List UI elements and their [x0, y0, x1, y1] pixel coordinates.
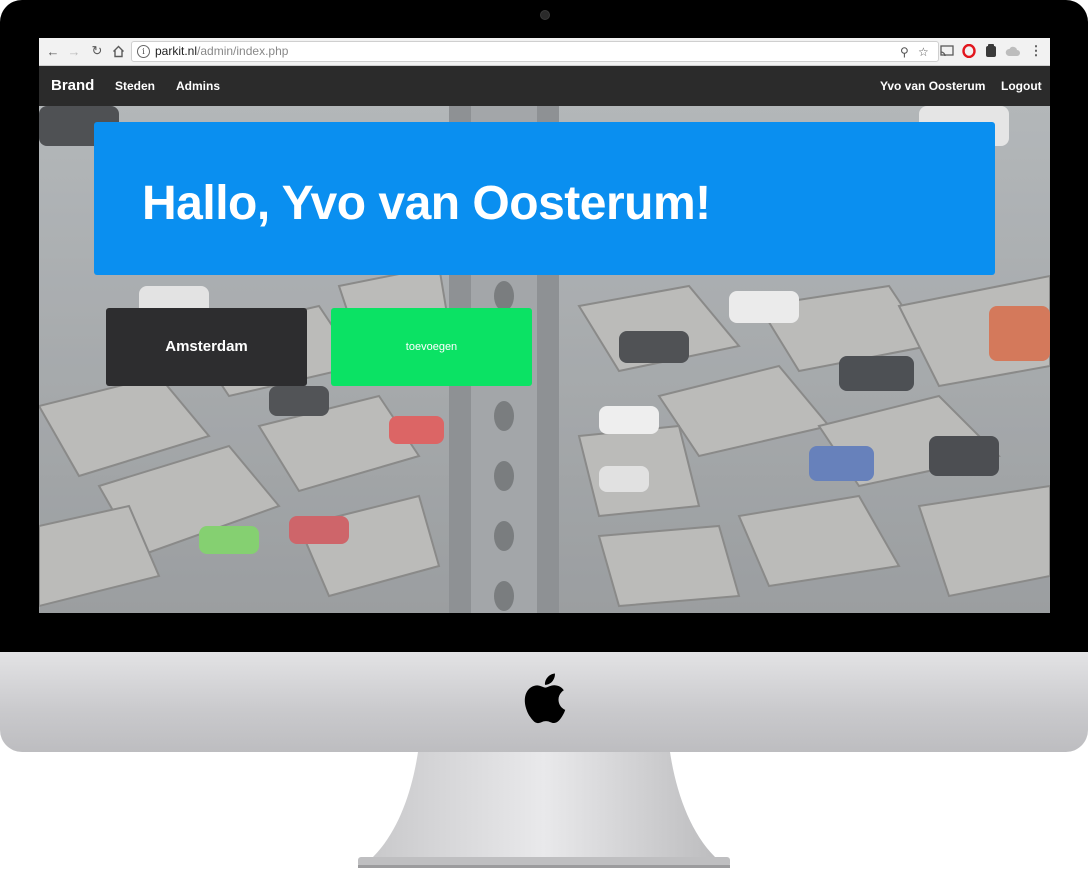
star-icon[interactable]: ☆ [918, 43, 929, 62]
forward-icon[interactable]: → [66, 43, 82, 59]
extension-icon[interactable] [983, 43, 999, 59]
back-icon[interactable]: ← [45, 43, 61, 59]
url-host: parkit.nl [155, 44, 198, 58]
key-icon[interactable]: ⚲ [900, 43, 909, 62]
welcome-heading: Hallo, Yvo van Oosterum! [142, 177, 711, 230]
info-icon[interactable]: i [137, 45, 150, 58]
address-bar[interactable]: i parkit.nl/admin/index.php ⚲ ☆ [131, 41, 939, 62]
welcome-jumbotron: Hallo, Yvo van Oosterum! [94, 122, 995, 275]
logout-link[interactable]: Logout [1001, 66, 1042, 106]
hero-section: Hallo, Yvo van Oosterum! Amsterdam toevo… [39, 106, 1050, 613]
url-path: /admin/index.php [197, 44, 289, 58]
apple-logo [524, 673, 566, 724]
browser-toolbar: ← → ↻ i parkit.nl/admin/index.php ⚲ ☆ ⋮ [39, 38, 1050, 66]
cast-icon[interactable] [939, 43, 955, 59]
nav-link-steden[interactable]: Steden [115, 66, 155, 106]
nav-link-admins[interactable]: Admins [176, 66, 220, 106]
nav-user-name[interactable]: Yvo van Oosterum [880, 66, 985, 106]
browser-window: ← → ↻ i parkit.nl/admin/index.php ⚲ ☆ ⋮ … [39, 38, 1050, 613]
cloud-icon[interactable] [1005, 43, 1021, 59]
top-navbar: Brand Steden Admins Yvo van Oosterum Log… [39, 66, 1050, 106]
camera-icon [540, 10, 550, 20]
city-card-amsterdam[interactable]: Amsterdam [106, 308, 307, 386]
menu-icon[interactable]: ⋮ [1028, 43, 1044, 59]
home-icon[interactable] [110, 43, 126, 59]
add-city-button[interactable]: toevoegen [331, 308, 532, 386]
monitor-stand [358, 752, 730, 868]
opera-icon[interactable] [961, 43, 977, 59]
reload-icon[interactable]: ↻ [89, 43, 105, 59]
brand-link[interactable]: Brand [51, 66, 94, 106]
